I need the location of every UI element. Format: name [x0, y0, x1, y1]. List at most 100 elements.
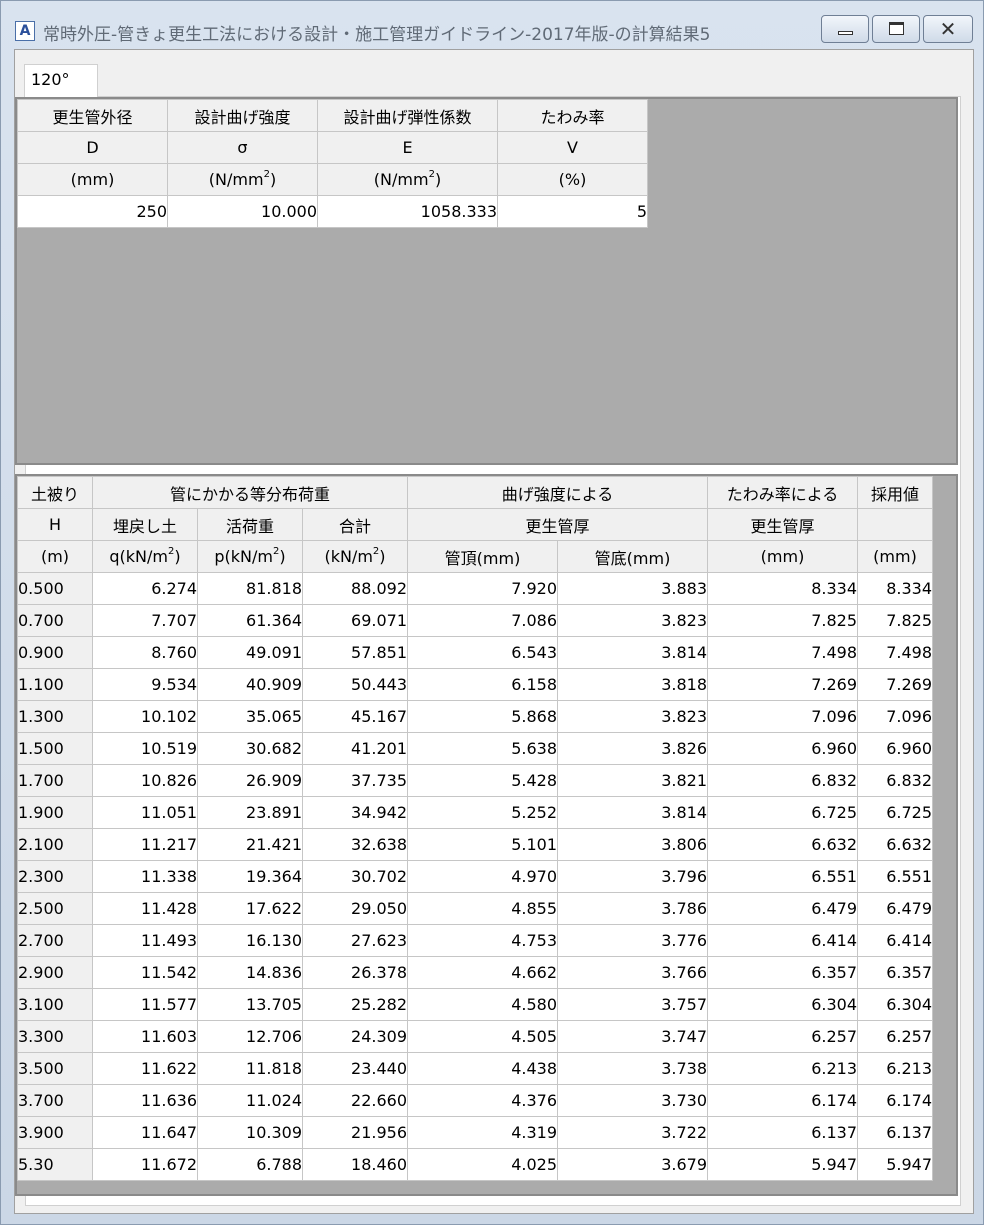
- crown-thickness-cell[interactable]: 4.319: [407, 1116, 558, 1149]
- live-load-cell[interactable]: 11.818: [197, 1052, 303, 1085]
- cover-depth-cell[interactable]: 2.300: [17, 860, 93, 893]
- adopted-thickness-cell[interactable]: 6.551: [857, 860, 933, 893]
- results-grid[interactable]: 土被り 管にかかる等分布荷重 曲げ強度による たわみ率による 採用値 H 埋戻し…: [15, 474, 958, 1196]
- cover-depth-cell[interactable]: 3.900: [17, 1116, 93, 1149]
- backfill-load-cell[interactable]: 11.636: [92, 1084, 198, 1117]
- param-value-deflection[interactable]: 5: [497, 195, 648, 228]
- crown-thickness-cell[interactable]: 4.662: [407, 956, 558, 989]
- adopted-thickness-cell[interactable]: 6.414: [857, 924, 933, 957]
- table-row[interactable]: 3.900 11.647 10.309 21.956 4.319 3.722 6.137 6.…: [17, 1116, 933, 1149]
- total-load-cell[interactable]: 69.071: [302, 604, 408, 637]
- cover-depth-cell[interactable]: 2.900: [17, 956, 93, 989]
- table-row[interactable]: 3.300 11.603 12.706 24.309 4.505 3.747 6.257 6.…: [17, 1020, 933, 1053]
- crown-thickness-cell[interactable]: 7.086: [407, 604, 558, 637]
- cover-depth-cell[interactable]: 3.500: [17, 1052, 93, 1085]
- table-row[interactable]: 2.100 11.217 21.421 32.638 5.101 3.806 6.632 6.…: [17, 828, 933, 861]
- cover-depth-cell[interactable]: 3.100: [17, 988, 93, 1021]
- crown-thickness-cell[interactable]: 7.920: [407, 572, 558, 605]
- backfill-load-cell[interactable]: 11.647: [92, 1116, 198, 1149]
- deflection-thickness-cell[interactable]: 6.304: [707, 988, 858, 1021]
- crown-thickness-cell[interactable]: 4.970: [407, 860, 558, 893]
- live-load-cell[interactable]: 23.891: [197, 796, 303, 829]
- cover-depth-cell[interactable]: 3.300: [17, 1020, 93, 1053]
- invert-thickness-cell[interactable]: 3.823: [557, 604, 708, 637]
- backfill-load-cell[interactable]: 11.051: [92, 796, 198, 829]
- total-load-cell[interactable]: 25.282: [302, 988, 408, 1021]
- cover-depth-cell[interactable]: 1.300: [17, 700, 93, 733]
- cover-depth-cell[interactable]: 1.700: [17, 764, 93, 797]
- live-load-cell[interactable]: 35.065: [197, 700, 303, 733]
- live-load-cell[interactable]: 11.024: [197, 1084, 303, 1117]
- cover-depth-cell[interactable]: 5.30: [17, 1148, 93, 1181]
- deflection-thickness-cell[interactable]: 6.479: [707, 892, 858, 925]
- crown-thickness-cell[interactable]: 5.868: [407, 700, 558, 733]
- live-load-cell[interactable]: 17.622: [197, 892, 303, 925]
- total-load-cell[interactable]: 21.956: [302, 1116, 408, 1149]
- deflection-thickness-cell[interactable]: 6.725: [707, 796, 858, 829]
- invert-thickness-cell[interactable]: 3.818: [557, 668, 708, 701]
- cover-depth-cell[interactable]: 1.500: [17, 732, 93, 765]
- invert-thickness-cell[interactable]: 3.796: [557, 860, 708, 893]
- live-load-cell[interactable]: 26.909: [197, 764, 303, 797]
- crown-thickness-cell[interactable]: 4.505: [407, 1020, 558, 1053]
- total-load-cell[interactable]: 88.092: [302, 572, 408, 605]
- deflection-thickness-cell[interactable]: 6.213: [707, 1052, 858, 1085]
- deflection-thickness-cell[interactable]: 6.174: [707, 1084, 858, 1117]
- crown-thickness-cell[interactable]: 4.438: [407, 1052, 558, 1085]
- adopted-thickness-cell[interactable]: 6.257: [857, 1020, 933, 1053]
- app-a-icon[interactable]: A: [15, 21, 35, 41]
- total-load-cell[interactable]: 24.309: [302, 1020, 408, 1053]
- adopted-thickness-cell[interactable]: 7.825: [857, 604, 933, 637]
- cover-depth-cell[interactable]: 2.700: [17, 924, 93, 957]
- crown-thickness-cell[interactable]: 4.580: [407, 988, 558, 1021]
- deflection-thickness-cell[interactable]: 7.825: [707, 604, 858, 637]
- adopted-thickness-cell[interactable]: 7.269: [857, 668, 933, 701]
- param-value-modulus[interactable]: 1058.333: [317, 195, 498, 228]
- deflection-thickness-cell[interactable]: 6.357: [707, 956, 858, 989]
- total-load-cell[interactable]: 45.167: [302, 700, 408, 733]
- live-load-cell[interactable]: 21.421: [197, 828, 303, 861]
- invert-thickness-cell[interactable]: 3.730: [557, 1084, 708, 1117]
- cover-depth-cell[interactable]: 1.900: [17, 796, 93, 829]
- deflection-thickness-cell[interactable]: 5.947: [707, 1148, 858, 1181]
- backfill-load-cell[interactable]: 11.217: [92, 828, 198, 861]
- table-row[interactable]: 2.900 11.542 14.836 26.378 4.662 3.766 6.357 6.…: [17, 956, 933, 989]
- backfill-load-cell[interactable]: 10.826: [92, 764, 198, 797]
- total-load-cell[interactable]: 22.660: [302, 1084, 408, 1117]
- total-load-cell[interactable]: 37.735: [302, 764, 408, 797]
- invert-thickness-cell[interactable]: 3.776: [557, 924, 708, 957]
- backfill-load-cell[interactable]: 11.493: [92, 924, 198, 957]
- backfill-load-cell[interactable]: 6.274: [92, 572, 198, 605]
- table-row[interactable]: 3.700 11.636 11.024 22.660 4.376 3.730 6.174 6.…: [17, 1084, 933, 1117]
- deflection-thickness-cell[interactable]: 6.551: [707, 860, 858, 893]
- table-row[interactable]: 3.100 11.577 13.705 25.282 4.580 3.757 6.304 6.…: [17, 988, 933, 1021]
- cover-depth-cell[interactable]: 3.700: [17, 1084, 93, 1117]
- cover-depth-cell[interactable]: 0.500: [17, 572, 93, 605]
- total-load-cell[interactable]: 41.201: [302, 732, 408, 765]
- params-grid[interactable]: 更生管外径 設計曲げ強度 設計曲げ弾性係数 たわみ率 D σ E V (mm) …: [15, 97, 958, 465]
- backfill-load-cell[interactable]: 11.603: [92, 1020, 198, 1053]
- cover-depth-cell[interactable]: 1.100: [17, 668, 93, 701]
- total-load-cell[interactable]: 30.702: [302, 860, 408, 893]
- adopted-thickness-cell[interactable]: 5.947: [857, 1148, 933, 1181]
- table-row[interactable]: 1.700 10.826 26.909 37.735 5.428 3.821 6.832 6.…: [17, 764, 933, 797]
- live-load-cell[interactable]: 19.364: [197, 860, 303, 893]
- invert-thickness-cell[interactable]: 3.679: [557, 1148, 708, 1181]
- table-row[interactable]: 2.300 11.338 19.364 30.702 4.970 3.796 6.551 6.…: [17, 860, 933, 893]
- cover-depth-cell[interactable]: 0.700: [17, 604, 93, 637]
- param-value-diameter[interactable]: 250: [17, 195, 168, 228]
- deflection-thickness-cell[interactable]: 6.137: [707, 1116, 858, 1149]
- invert-thickness-cell[interactable]: 3.766: [557, 956, 708, 989]
- cover-depth-cell[interactable]: 2.500: [17, 892, 93, 925]
- live-load-cell[interactable]: 81.818: [197, 572, 303, 605]
- table-row[interactable]: 1.500 10.519 30.682 41.201 5.638 3.826 6.960 6.…: [17, 732, 933, 765]
- live-load-cell[interactable]: 61.364: [197, 604, 303, 637]
- invert-thickness-cell[interactable]: 3.806: [557, 828, 708, 861]
- cover-depth-cell[interactable]: 2.100: [17, 828, 93, 861]
- backfill-load-cell[interactable]: 11.672: [92, 1148, 198, 1181]
- deflection-thickness-cell[interactable]: 6.832: [707, 764, 858, 797]
- adopted-thickness-cell[interactable]: 6.479: [857, 892, 933, 925]
- title-bar[interactable]: A 常時外圧-管きょ更生工法における設計・施工管理ガイドライン-2017年版-の…: [1, 1, 983, 49]
- adopted-thickness-cell[interactable]: 6.174: [857, 1084, 933, 1117]
- crown-thickness-cell[interactable]: 4.376: [407, 1084, 558, 1117]
